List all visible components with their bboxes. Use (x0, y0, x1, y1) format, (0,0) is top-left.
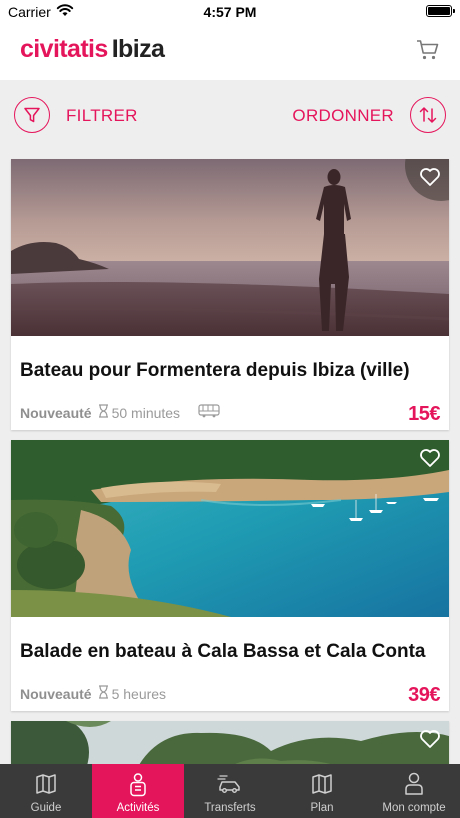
brand-logo[interactable]: civitatis Ibiza (20, 35, 165, 64)
new-badge: Nouveauté (20, 685, 92, 702)
tab-transfers[interactable]: Transferts (184, 764, 276, 818)
sort-button[interactable] (410, 97, 446, 133)
city-name: Ibiza (111, 35, 165, 63)
activity-photo[interactable] (11, 159, 449, 336)
hourglass-icon (98, 685, 109, 702)
transfer-car-icon (184, 772, 276, 796)
tab-account[interactable]: Mon compte (368, 764, 460, 818)
tab-activities[interactable]: Activités (92, 764, 184, 818)
bus-icon (198, 404, 220, 421)
tab-label: Mon compte (382, 802, 446, 814)
filter-label[interactable]: FILTRER (66, 106, 138, 126)
heart-icon[interactable] (419, 729, 441, 754)
status-bar: Carrier 4:57 PM (0, 0, 460, 24)
screen: Carrier 4:57 PM civitatis Ibiza FILTRER O… (0, 0, 460, 818)
activity-card[interactable]: Balade en bateau à Cala Bassa et Cala Co… (11, 440, 449, 711)
filter-button[interactable] (14, 97, 50, 133)
tab-label: Activités (116, 802, 160, 814)
price: 15€ (408, 403, 440, 425)
activity-meta: Nouveauté 5 heures (20, 685, 166, 702)
tab-label: Plan (310, 802, 334, 814)
clock: 4:57 PM (203, 4, 257, 20)
activity-card[interactable]: Bateau pour Formentera depuis Ibiza (vil… (11, 159, 449, 430)
hourglass-icon (98, 404, 109, 421)
tab-bar: Guide Activités Transferts Plan Mon comp… (0, 764, 460, 818)
duration: 5 heures (111, 685, 167, 702)
tab-label: Guide (30, 802, 62, 814)
activity-title[interactable]: Bateau pour Formentera depuis Ibiza (vil… (20, 360, 410, 382)
map-icon (276, 772, 368, 796)
duration: 50 minutes (111, 404, 181, 421)
map-book-icon (0, 772, 92, 796)
heart-icon[interactable] (419, 448, 441, 473)
user-icon (368, 772, 460, 796)
sort-label[interactable]: ORDONNER (292, 106, 394, 126)
app-header: civitatis Ibiza (0, 24, 460, 80)
battery-icon (426, 5, 455, 17)
cart-icon[interactable] (416, 38, 440, 67)
activity-meta: Nouveauté 50 minutes (20, 404, 220, 421)
tab-label: Transferts (204, 802, 256, 814)
tab-plan[interactable]: Plan (276, 764, 368, 818)
brand-name: civitatis (20, 35, 108, 63)
new-badge: Nouveauté (20, 404, 92, 421)
activity-photo[interactable] (11, 440, 449, 617)
funnel-icon (24, 107, 40, 123)
tab-guide[interactable]: Guide (0, 764, 92, 818)
filter-bar: FILTRER ORDONNER (0, 80, 460, 152)
activity-title[interactable]: Balade en bateau à Cala Bassa et Cala Co… (20, 641, 426, 663)
price: 39€ (408, 684, 440, 706)
activities-icon (92, 772, 184, 798)
heart-icon[interactable] (419, 167, 441, 192)
sort-arrows-icon (419, 107, 437, 123)
